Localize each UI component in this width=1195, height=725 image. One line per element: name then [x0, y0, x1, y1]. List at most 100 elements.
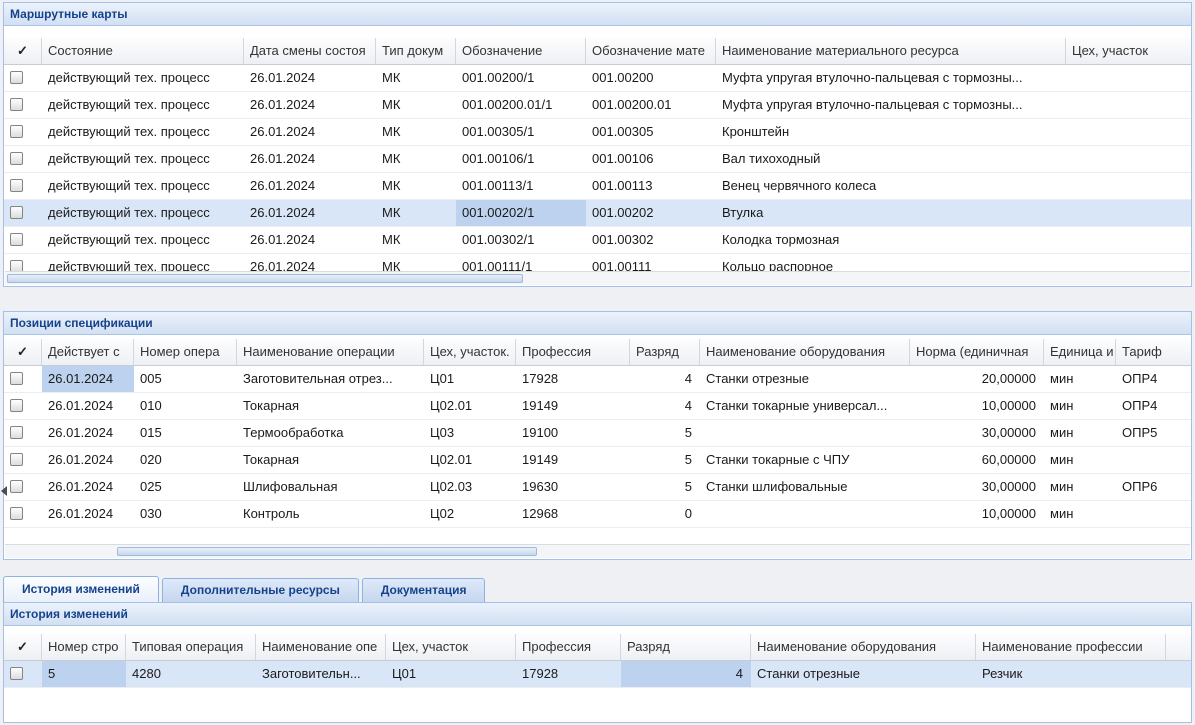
column-header[interactable]: Тип докум [376, 38, 456, 64]
route-maps-grid: ✓СостояниеДата смены состояТип докумОбоз… [4, 38, 1191, 271]
collapse-left-handle[interactable] [0, 482, 8, 500]
cell: 020 [134, 447, 237, 473]
cell: МК [376, 119, 456, 145]
table-row[interactable]: действующий тех. процесс26.01.2024МК001.… [4, 146, 1191, 173]
cell: Станки токарные универсал... [700, 393, 910, 419]
route-maps-h-scrollbar[interactable] [5, 271, 1190, 285]
grid-body: 26.01.2024005Заготовительная отрез...Ц01… [4, 366, 1191, 528]
row-checkbox[interactable] [10, 507, 23, 520]
cell: 001.00202 [586, 200, 716, 226]
cell [1066, 65, 1191, 91]
table-row[interactable]: действующий тех. процесс26.01.2024МК001.… [4, 119, 1191, 146]
checkbox-cell [4, 447, 42, 473]
grid-body: действующий тех. процесс26.01.2024МК001.… [4, 65, 1191, 271]
row-checkbox[interactable] [10, 98, 23, 111]
row-checkbox[interactable] [10, 399, 23, 412]
column-header[interactable]: Профессия [516, 339, 630, 365]
cell: мин [1044, 501, 1116, 527]
table-row[interactable]: 26.01.2024005Заготовительная отрез...Ц01… [4, 366, 1191, 393]
cell: 26.01.2024 [42, 420, 134, 446]
table-row[interactable]: действующий тех. процесс26.01.2024МК001.… [4, 92, 1191, 119]
row-checkbox[interactable] [10, 71, 23, 84]
column-header[interactable]: Разряд [630, 339, 700, 365]
cell: Станки токарные с ЧПУ [700, 447, 910, 473]
table-row[interactable]: действующий тех. процесс26.01.2024МК001.… [4, 227, 1191, 254]
tab-strip: История измененийДополнительные ресурсыД… [3, 576, 485, 602]
column-header[interactable]: Единица и [1044, 339, 1116, 365]
column-header[interactable]: Обозначение [456, 38, 586, 64]
row-checkbox[interactable] [10, 480, 23, 493]
cell: 30,00000 [910, 420, 1044, 446]
row-checkbox[interactable] [10, 152, 23, 165]
column-header[interactable]: Наименование операции [237, 339, 424, 365]
table-row[interactable]: 26.01.2024010ТокарнаяЦ02.01191494Станки … [4, 393, 1191, 420]
cell: 001.00302 [586, 227, 716, 253]
table-row[interactable]: действующий тех. процесс26.01.2024МК001.… [4, 173, 1191, 200]
cell: 26.01.2024 [244, 92, 376, 118]
row-checkbox[interactable] [10, 179, 23, 192]
table-row[interactable]: действующий тех. процесс26.01.2024МК001.… [4, 200, 1191, 227]
cell: МК [376, 146, 456, 172]
row-checkbox[interactable] [10, 125, 23, 138]
row-checkbox[interactable] [10, 372, 23, 385]
column-header[interactable]: Действует с [42, 339, 134, 365]
h-scrollbar-thumb[interactable] [117, 547, 537, 556]
cell: Шлифовальная [237, 474, 424, 500]
select-all-header[interactable]: ✓ [4, 339, 42, 365]
table-row[interactable]: действующий тех. процесс26.01.2024МК001.… [4, 254, 1191, 271]
row-checkbox[interactable] [10, 426, 23, 439]
select-all-header[interactable]: ✓ [4, 38, 42, 64]
cell: 26.01.2024 [244, 173, 376, 199]
column-header[interactable]: Типовая операция [126, 634, 256, 660]
h-scrollbar-thumb[interactable] [7, 274, 523, 283]
table-row[interactable]: 26.01.2024025ШлифовальнаяЦ02.03196305Ста… [4, 474, 1191, 501]
column-header[interactable]: Разряд [621, 634, 751, 660]
column-header[interactable]: Наименование оборудования [700, 339, 910, 365]
table-row[interactable]: действующий тех. процесс26.01.2024МК001.… [4, 65, 1191, 92]
column-header[interactable]: Профессия [516, 634, 621, 660]
cell: Заготовительн... [256, 661, 386, 687]
column-header[interactable]: Состояние [42, 38, 244, 64]
cell: ОПР4 [1116, 393, 1191, 419]
tab-history-changes[interactable]: История изменений [3, 576, 159, 602]
row-checkbox[interactable] [10, 260, 23, 271]
history-panel: История изменений ✓Номер строТиповая опе… [3, 602, 1192, 723]
cell: 001.00200.01 [586, 92, 716, 118]
spec-positions-h-scrollbar[interactable] [5, 544, 1190, 558]
row-checkbox[interactable] [10, 233, 23, 246]
column-header[interactable]: Номер опера [134, 339, 237, 365]
column-header[interactable]: Обозначение мате [586, 38, 716, 64]
cell: 001.00106/1 [456, 146, 586, 172]
cell: мин [1044, 366, 1116, 392]
column-header[interactable]: Наименование оборудования [751, 634, 976, 660]
cell: 005 [134, 366, 237, 392]
column-header[interactable]: Норма (единичная [910, 339, 1044, 365]
column-header[interactable]: Цех, участок [1066, 38, 1191, 64]
history-title: История изменений [4, 603, 1191, 626]
column-header[interactable]: Цех, участок [386, 634, 516, 660]
row-checkbox[interactable] [10, 667, 23, 680]
tab-documentation[interactable]: Документация [362, 578, 486, 602]
column-header[interactable]: Наименование профессии [976, 634, 1166, 660]
cell: 26.01.2024 [244, 227, 376, 253]
column-header[interactable]: Номер стро [42, 634, 126, 660]
column-header[interactable]: Цех, участок. [424, 339, 516, 365]
table-row[interactable]: 26.01.2024015ТермообработкаЦ0319100530,0… [4, 420, 1191, 447]
row-checkbox[interactable] [10, 453, 23, 466]
row-checkbox[interactable] [10, 206, 23, 219]
cell: действующий тех. процесс [42, 119, 244, 145]
column-header[interactable]: Тариф [1116, 339, 1191, 365]
cell: Ц03 [424, 420, 516, 446]
table-row[interactable]: 54280Заготовительн...Ц01179284Станки отр… [4, 661, 1191, 688]
table-row[interactable]: 26.01.2024030КонтрольЦ0212968010,00000ми… [4, 501, 1191, 528]
column-header[interactable]: Наименование материального ресурса [716, 38, 1066, 64]
panel-spacer [4, 26, 1191, 38]
table-row[interactable]: 26.01.2024020ТокарнаяЦ02.01191495Станки … [4, 447, 1191, 474]
select-all-header[interactable]: ✓ [4, 634, 42, 660]
column-header[interactable]: Дата смены состоя [244, 38, 376, 64]
cell: 19630 [516, 474, 630, 500]
tab-additional-resources[interactable]: Дополнительные ресурсы [162, 578, 359, 602]
cell: 17928 [516, 366, 630, 392]
column-header[interactable]: Наименование опе [256, 634, 386, 660]
cell: 26.01.2024 [42, 393, 134, 419]
